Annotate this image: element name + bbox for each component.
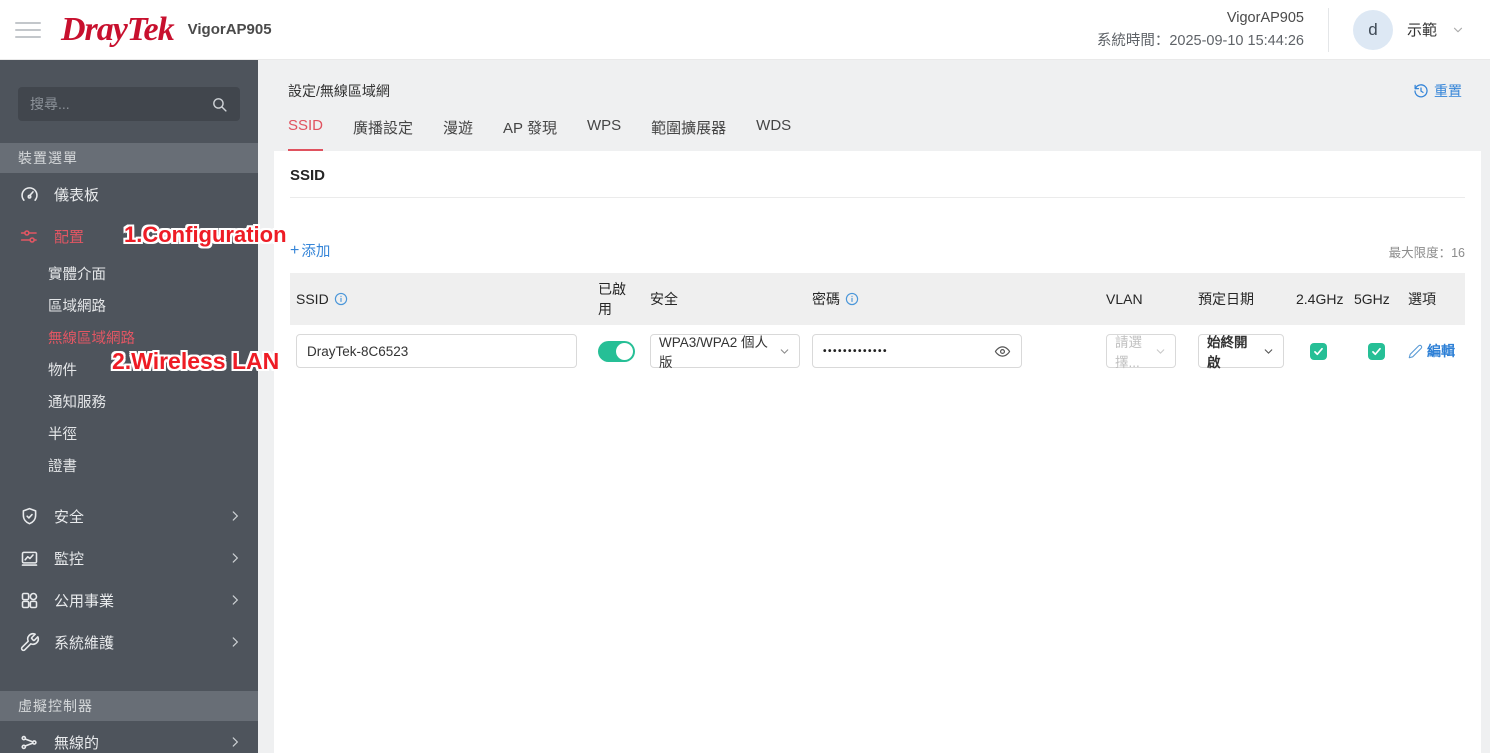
tab-wps[interactable]: WPS [587, 117, 621, 151]
avatar[interactable]: d [1352, 9, 1393, 50]
gauge-icon [18, 184, 40, 205]
hamburger-menu-icon[interactable] [15, 17, 41, 43]
tab-bar: SSID 廣播設定 漫遊 AP 發現 WPS 範圍擴展器 WDS [258, 117, 1490, 151]
col-password: 密碼 [806, 283, 1100, 315]
max-limit-label: 最大限度：16 [1388, 246, 1465, 260]
table-header: SSID 已啟用 安全 密碼 VLAN 預定日期 2.4GHz 5GHz 選項 [290, 273, 1465, 325]
col-enabled: 已啟用 [598, 281, 626, 317]
chevron-right-icon [228, 551, 242, 565]
info-icon[interactable] [334, 292, 348, 306]
user-menu[interactable]: d 示範 [1352, 9, 1465, 50]
tab-ssid[interactable]: SSID [288, 117, 324, 151]
wrench-icon [18, 632, 40, 653]
chevron-down-icon [1154, 345, 1167, 358]
user-name: 示範 [1406, 22, 1437, 39]
ssid-input[interactable] [296, 334, 577, 368]
system-info: VigorAP905 系統時間：2025-09-10 15:44:26 [1097, 7, 1304, 52]
app-header: DrayTek VigorAP905 VigorAP905 系統時間：2025-… [0, 0, 1490, 60]
table-row: WPA3/WPA2 個人版 ••••••••••••• 請選擇... [290, 325, 1465, 377]
col-options: 選項 [1408, 291, 1436, 307]
brand-logo: DrayTek [61, 10, 175, 48]
sidebar-section-virtual-controller: 虛擬控制器 [0, 691, 258, 721]
band-5ghz-checkbox[interactable] [1368, 342, 1385, 360]
branch-nodes-icon [18, 732, 40, 753]
sidebar-item-label: 公用事業 [54, 592, 115, 610]
sidebar: 裝置選單 儀表板 配置 實體介面 區域網路 無線區域網路 物件 通知服務 半徑 … [0, 60, 258, 753]
col-security: 安全 [650, 291, 678, 307]
chevron-right-icon [228, 635, 242, 649]
main-content: 設定/無線區域網 重置 SSID 廣播設定 漫遊 AP 發現 WPS 範圍擴展器… [258, 60, 1490, 753]
sidebar-item-dashboard[interactable]: 儀表板 [0, 173, 258, 215]
tab-ap-discovery[interactable]: AP 發現 [503, 117, 557, 151]
sidebar-item-label: 安全 [54, 508, 85, 526]
tab-radio-settings[interactable]: 廣播設定 [353, 117, 413, 151]
sidebar-item-label: 無線的 [54, 734, 100, 752]
enabled-toggle[interactable] [598, 340, 635, 362]
history-reset-icon [1413, 83, 1429, 99]
password-field[interactable]: ••••••••••••• [812, 334, 1022, 368]
pencil-icon [1408, 344, 1423, 359]
sidebar-item-certificate[interactable]: 證書 [0, 449, 258, 481]
breadcrumb: 設定/無線區域網 [288, 83, 390, 99]
password-masked-value: ••••••••••••• [823, 345, 889, 357]
col-band-24ghz: 2.4GHz [1296, 291, 1344, 307]
sidebar-item-physical-interface[interactable]: 實體介面 [0, 257, 258, 289]
col-ssid: SSID [290, 285, 592, 313]
sliders-icon [18, 226, 40, 247]
info-icon[interactable] [845, 292, 859, 306]
schedule-select[interactable]: 始終開啟 [1198, 334, 1284, 370]
sidebar-item-label: 儀表板 [54, 186, 100, 204]
ssid-card: SSID + 添加 最大限度：16 SSID 已啟用 安全 密碼 VLAN 預定… [274, 151, 1481, 753]
monitor-chart-icon [18, 548, 40, 569]
chevron-right-icon [228, 735, 242, 749]
plus-icon: + [290, 241, 300, 259]
tab-wds[interactable]: WDS [756, 117, 791, 151]
header-divider [1327, 7, 1329, 52]
search-icon[interactable] [211, 96, 228, 113]
sidebar-search[interactable] [18, 87, 240, 121]
sidebar-item-label: 配置 [54, 228, 85, 246]
vlan-select[interactable]: 請選擇... [1106, 334, 1176, 370]
security-select[interactable]: WPA3/WPA2 個人版 [650, 334, 800, 370]
grid-apps-icon [18, 590, 40, 611]
system-time: 系統時間：2025-09-10 15:44:26 [1096, 32, 1304, 49]
eye-icon[interactable] [994, 343, 1011, 360]
sidebar-section-device-menu: 裝置選單 [0, 143, 258, 173]
chevron-right-icon [228, 593, 242, 607]
edit-button[interactable]: 編輯 [1408, 341, 1455, 361]
sidebar-item-configuration[interactable]: 配置 [0, 215, 258, 257]
device-model: VigorAP905 [187, 21, 272, 38]
sidebar-item-wireless[interactable]: 無線的 [0, 721, 258, 753]
col-band-5ghz: 5GHz [1354, 291, 1390, 307]
sidebar-item-lan[interactable]: 區域網路 [0, 289, 258, 321]
band-24ghz-checkbox[interactable] [1310, 342, 1327, 360]
chevron-down-icon [1451, 23, 1465, 37]
sidebar-item-monitoring[interactable]: 監控 [0, 537, 258, 579]
shield-icon [18, 506, 40, 527]
sidebar-item-security[interactable]: 安全 [0, 495, 258, 537]
tab-range-extender[interactable]: 範圍擴展器 [651, 117, 726, 151]
chevron-down-icon [1262, 345, 1275, 358]
sidebar-item-objects[interactable]: 物件 [0, 353, 258, 385]
reset-button[interactable]: 重置 [1413, 81, 1462, 101]
system-device-name: VigorAP905 [1226, 10, 1304, 27]
sidebar-item-system-maintenance[interactable]: 系統維護 [0, 621, 258, 663]
chevron-right-icon [228, 509, 242, 523]
add-ssid-button[interactable]: + 添加 [290, 240, 330, 261]
sidebar-item-utilities[interactable]: 公用事業 [0, 579, 258, 621]
col-vlan: VLAN [1106, 291, 1143, 307]
sidebar-item-label: 監控 [54, 550, 85, 568]
sidebar-item-wireless-lan[interactable]: 無線區域網路 [0, 321, 258, 353]
chevron-down-icon [778, 345, 791, 358]
col-schedule: 預定日期 [1198, 291, 1254, 307]
sidebar-item-notification[interactable]: 通知服務 [0, 385, 258, 417]
search-input[interactable] [30, 96, 211, 112]
tab-roaming[interactable]: 漫遊 [443, 117, 473, 151]
section-title: SSID [290, 151, 1465, 198]
sidebar-item-label: 系統維護 [54, 634, 115, 652]
sidebar-item-radius[interactable]: 半徑 [0, 417, 258, 449]
